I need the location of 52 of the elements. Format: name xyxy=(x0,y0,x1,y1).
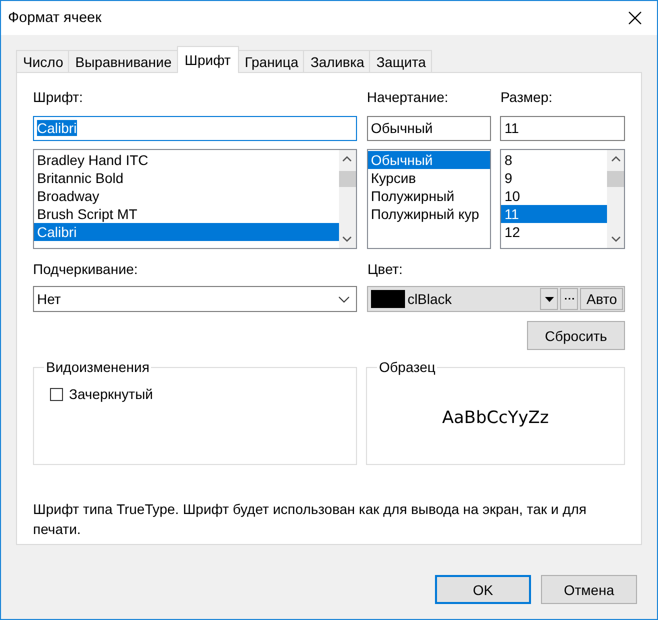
group-title: Видоизменения xyxy=(44,359,152,375)
sample-text: AaBbCcYyZz xyxy=(442,408,549,428)
tab[interactable]: Число xyxy=(16,50,70,73)
color-name: clBlack xyxy=(407,291,453,307)
list-item[interactable]: 11 xyxy=(501,205,607,223)
text-field[interactable]: Обычный xyxy=(366,116,492,141)
checkbox-label: Зачеркнутый xyxy=(69,386,153,402)
dialog-button[interactable]: OK xyxy=(435,575,531,604)
field-label: Размер: xyxy=(500,89,554,107)
font-note: Шрифт типа TrueType. Шрифт будет использован как для вывода на экран, так и для печати. xyxy=(33,500,588,539)
scroll-down-icon[interactable] xyxy=(342,236,352,242)
field-label: Подчеркивание: xyxy=(33,261,139,279)
list-item[interactable]: Brush Script MT xyxy=(34,205,339,223)
text-field[interactable]: 11 xyxy=(500,116,625,141)
chevron-down-icon xyxy=(338,296,350,302)
underline-dropdown[interactable]: Нет xyxy=(33,286,358,312)
scrollbar[interactable] xyxy=(338,150,356,248)
list-item[interactable]: Курсив xyxy=(368,169,490,187)
dropdown-button[interactable] xyxy=(540,288,558,310)
list-item[interactable]: Обычный xyxy=(368,151,490,169)
field-label: Цвет: xyxy=(367,261,404,279)
list-item[interactable]: Полужирный xyxy=(368,187,490,205)
field-label: Шрифт: xyxy=(33,89,84,107)
field-label: Начертание: xyxy=(366,89,450,107)
list-item[interactable]: 8 xyxy=(501,151,607,169)
scrollbar[interactable] xyxy=(607,150,624,248)
scroll-down-icon[interactable] xyxy=(610,236,620,242)
scroll-up-icon[interactable] xyxy=(610,156,620,162)
checkbox[interactable] xyxy=(50,388,63,400)
list-item[interactable]: 9 xyxy=(501,169,607,187)
scroll-thumb[interactable] xyxy=(607,171,624,187)
list-item[interactable]: Bradley Hand ITC xyxy=(34,151,339,169)
list-item[interactable]: Britannic Bold xyxy=(34,169,339,187)
tab[interactable]: Защита xyxy=(369,50,432,73)
scroll-up-icon[interactable] xyxy=(342,156,352,162)
close-icon[interactable] xyxy=(628,11,642,25)
auto-button[interactable]: Авто xyxy=(580,288,623,310)
group-title: Образец xyxy=(377,359,438,375)
triangle-down-icon xyxy=(544,296,554,302)
dialog-button[interactable]: Отмена xyxy=(541,575,637,604)
scroll-thumb[interactable] xyxy=(338,171,356,187)
window-title: Формат ячеек xyxy=(8,10,102,26)
tab[interactable]: Выравнивание xyxy=(68,50,178,73)
list-item[interactable]: Calibri xyxy=(34,223,339,241)
reset-button[interactable]: Сбросить xyxy=(527,321,625,350)
list-item[interactable]: Broadway xyxy=(34,187,339,205)
tab[interactable]: Граница xyxy=(238,50,304,73)
list-item[interactable]: Полужирный кур xyxy=(368,205,490,223)
tab[interactable]: Шрифт xyxy=(176,46,239,73)
list-item[interactable]: 10 xyxy=(501,187,607,205)
text-field[interactable]: Calibri xyxy=(33,116,357,141)
list-item[interactable]: 12 xyxy=(501,223,607,241)
